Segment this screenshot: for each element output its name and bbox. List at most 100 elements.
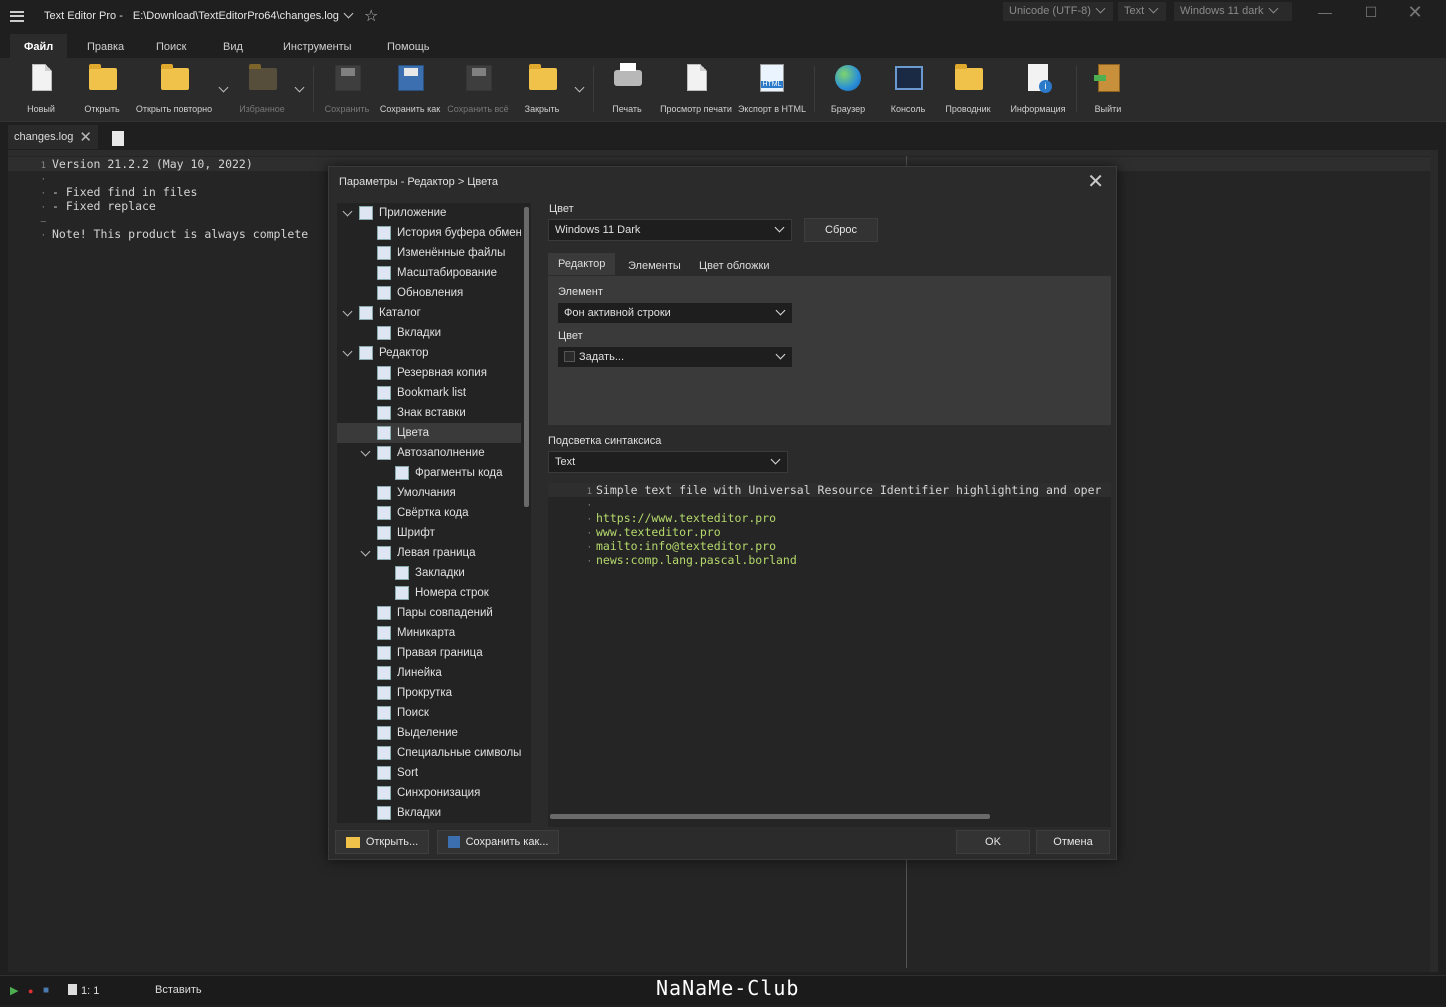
preview-scrollbar[interactable] (550, 814, 990, 819)
info-button[interactable]: Информация (1008, 62, 1068, 118)
tree-item[interactable]: Масштабирование (337, 263, 521, 283)
doc-tab-changes-log[interactable]: changes.log ✕ (8, 125, 98, 149)
tree-scrollbar[interactable] (524, 207, 529, 507)
tree-item[interactable]: Миникарта (337, 623, 521, 643)
tree-item[interactable]: Обновления (337, 283, 521, 303)
record-icon[interactable]: ● (28, 986, 33, 996)
print-button[interactable]: Печать (607, 62, 647, 118)
tab-search[interactable]: Поиск (142, 34, 200, 58)
browser-button[interactable]: Браузер (828, 62, 868, 118)
tree-item[interactable]: Свёртка кода (337, 503, 521, 523)
save-as-button[interactable]: Сохранить как (378, 62, 442, 118)
tree-item[interactable]: Шрифт (337, 523, 521, 543)
cancel-button[interactable]: Отмена (1036, 830, 1110, 854)
tree-item[interactable]: Bookmark list (337, 383, 521, 403)
tree-item[interactable]: Изменённые файлы (337, 243, 521, 263)
tab-file[interactable]: Файл (10, 34, 68, 58)
print-preview-button[interactable]: Просмотр печати (658, 62, 734, 118)
settings-tree[interactable]: Приложение История буфера обмена Изменённы… (337, 203, 531, 823)
ok-button[interactable]: OK (956, 830, 1030, 854)
tree-item[interactable]: История буфера обмена (337, 223, 521, 243)
chevron-down-icon[interactable] (362, 449, 370, 457)
tree-item[interactable]: Специальные символы (337, 743, 521, 763)
reopen-dropdown-arrow[interactable] (219, 84, 228, 93)
tree-item[interactable]: Вкладки (337, 803, 521, 823)
console-button[interactable]: Консоль (888, 62, 928, 118)
tree-item[interactable]: Каталог (337, 303, 521, 323)
tab-view[interactable]: Вид (209, 34, 257, 58)
favorites-dropdown-arrow[interactable] (295, 84, 304, 93)
syntax-select[interactable]: Text (548, 451, 788, 473)
tab-tools[interactable]: Инструменты (269, 34, 366, 58)
chevron-down-icon[interactable] (344, 309, 352, 317)
explorer-button[interactable]: Проводник (942, 62, 994, 118)
new-tab-icon[interactable] (112, 131, 124, 146)
tree-item[interactable]: Прокрутка (337, 683, 521, 703)
tree-item[interactable]: Линейка (337, 663, 521, 683)
tree-item[interactable]: Цвета (337, 423, 521, 443)
encoding-selector[interactable]: Unicode (UTF-8) (1003, 2, 1113, 21)
tree-item[interactable]: Левая граница (337, 543, 521, 563)
tree-item[interactable]: Пары совпадений (337, 603, 521, 623)
open-button[interactable]: Открыть (82, 62, 122, 118)
tree-item[interactable]: Редактор (337, 343, 521, 363)
exit-button[interactable]: Выйти (1090, 62, 1126, 118)
close-tab-icon[interactable]: ✕ (79, 128, 92, 146)
save-button[interactable]: Сохранить (322, 62, 372, 118)
editor-line[interactable]: – (0, 213, 52, 227)
close-dropdown-arrow[interactable] (575, 84, 584, 93)
favorites-button[interactable]: Избранное (236, 62, 288, 118)
tab-editor[interactable]: Редактор (548, 253, 616, 275)
tree-item[interactable]: Sort (337, 763, 521, 783)
star-icon[interactable]: ☆ (364, 6, 378, 26)
editor-line[interactable]: · (0, 171, 52, 185)
close-file-button[interactable]: Закрыть (520, 62, 564, 118)
tree-item[interactable]: Умолчания (337, 483, 521, 503)
tab-edit[interactable]: Правка (73, 34, 138, 58)
chevron-down-icon[interactable] (344, 209, 352, 217)
tree-item[interactable]: Поиск (337, 703, 521, 723)
tab-help[interactable]: Помощь (373, 34, 444, 58)
tree-item[interactable]: Закладки (337, 563, 521, 583)
tab-elements[interactable]: Элементы (618, 255, 691, 277)
editor-line[interactable]: · Note! This product is always complete (0, 227, 309, 241)
tree-item[interactable]: Фрагменты кода (337, 463, 521, 483)
tree-item[interactable]: Синхронизация (337, 783, 521, 803)
reset-button[interactable]: Сброс (804, 218, 878, 242)
stop-icon[interactable]: ■ (43, 985, 49, 996)
maximize-button[interactable]: ☐ (1348, 0, 1394, 24)
tree-item[interactable]: Вкладки (337, 323, 521, 343)
tree-item[interactable]: Знак вставки (337, 403, 521, 423)
export-html-button[interactable]: Экспорт в HTML (738, 62, 806, 118)
theme-selector[interactable]: Windows 11 dark (1174, 2, 1292, 21)
open-settings-button[interactable]: Открыть... (335, 830, 429, 854)
save-settings-as-button[interactable]: Сохранить как... (437, 830, 559, 854)
color-scheme-select[interactable]: Windows 11 Dark (548, 219, 792, 241)
save-all-button[interactable]: Сохранить всё (446, 62, 510, 118)
tree-item[interactable]: Выделение (337, 723, 521, 743)
reopen-button[interactable]: Открыть повторно (134, 62, 214, 118)
tree-item[interactable]: Автозаполнение (337, 443, 521, 463)
editor-scrollbar[interactable] (1430, 150, 1438, 972)
editor-line[interactable]: · - Fixed replace (0, 199, 156, 213)
chevron-down-icon[interactable] (362, 549, 370, 557)
new-button[interactable]: Новый (24, 62, 58, 118)
insert-mode[interactable]: Вставить (155, 984, 202, 996)
tab-skin-color[interactable]: Цвет обложки (689, 255, 779, 277)
minimize-button[interactable]: — (1302, 0, 1348, 24)
element-select[interactable]: Фон активной строки (557, 302, 793, 324)
editor-line[interactable]: · - Fixed find in files (0, 185, 198, 199)
color-select[interactable]: Задать... (557, 346, 793, 368)
file-path-selector[interactable]: E:\Download\TextEditorPro64\changes.log (133, 8, 354, 22)
editor-line[interactable]: 1 Version 21.2.2 (May 10, 2022) (0, 157, 253, 171)
tree-item[interactable]: Номера строк (337, 583, 521, 603)
tree-item[interactable]: Приложение (337, 203, 521, 223)
chevron-down-icon[interactable] (344, 349, 352, 357)
run-icon[interactable]: ▶ (10, 984, 18, 997)
close-window-button[interactable]: ✕ (1392, 0, 1438, 24)
dialog-close-icon[interactable]: ✕ (1087, 169, 1104, 194)
tree-item[interactable]: Резервная копия (337, 363, 521, 383)
highlighter-selector[interactable]: Text (1118, 2, 1166, 21)
main-menu-button[interactable] (0, 0, 34, 32)
tree-item[interactable]: Правая граница (337, 643, 521, 663)
